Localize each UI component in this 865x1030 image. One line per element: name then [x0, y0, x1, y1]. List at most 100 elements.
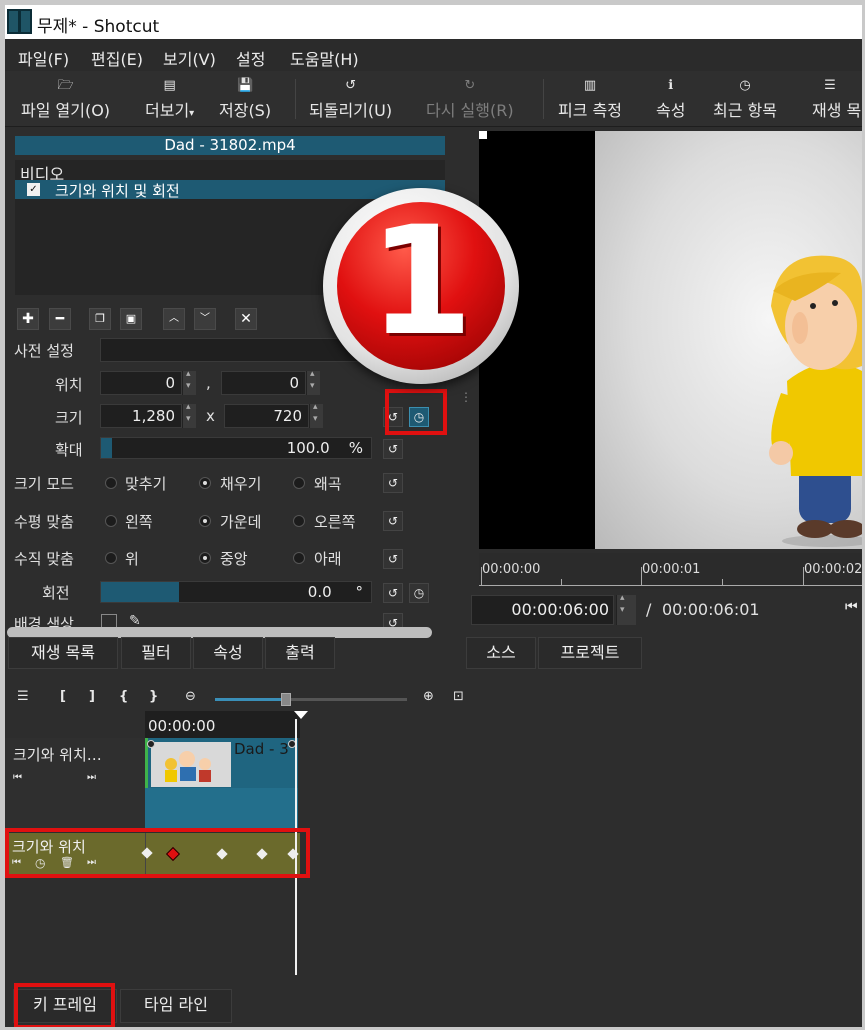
ruler-label-1: 00:00:01: [642, 562, 701, 577]
video-clip[interactable]: Dad - 3: [145, 738, 298, 830]
tab-playlist[interactable]: 재생 목록: [8, 637, 118, 669]
tab-project[interactable]: 프로젝트: [538, 637, 642, 669]
position-x-spinner[interactable]: [182, 369, 196, 395]
radio-top[interactable]: [105, 552, 117, 564]
video-viewer[interactable]: [479, 131, 862, 549]
properties-label: 속성: [656, 101, 686, 120]
zoom-in-icon[interactable]: ⊕: [423, 689, 434, 704]
size-height-spinner[interactable]: [309, 402, 323, 428]
window-title: 무제* - Shotcut: [37, 17, 160, 37]
save-label: 저장(S): [219, 101, 272, 120]
previous-keyframe-icon[interactable]: ⏮: [13, 772, 22, 783]
undo-button[interactable]: ↺ 되돌리기(U): [309, 75, 392, 121]
timeline-ruler[interactable]: 00:00:00: [145, 711, 300, 738]
mark-in-icon[interactable]: [: [60, 689, 66, 704]
skip-to-start-icon[interactable]: ⏮: [845, 599, 858, 615]
radio-right[interactable]: [293, 515, 305, 527]
paste-filter-button[interactable]: ▣: [120, 308, 142, 330]
radio-fill[interactable]: [199, 477, 211, 489]
radio-distort[interactable]: [293, 477, 305, 489]
zoom-out-icon[interactable]: ⊖: [185, 689, 196, 704]
size-mode-fit[interactable]: 맞추기: [125, 473, 166, 494]
valign-reset-icon[interactable]: ↺: [383, 549, 403, 569]
mark-out-icon[interactable]: ]: [89, 689, 95, 704]
deselect-filter-button[interactable]: ✕: [235, 308, 257, 330]
filter-name: 크기와 위치 및 회전: [55, 182, 180, 200]
tab-source[interactable]: 소스: [466, 637, 536, 669]
size-width-input[interactable]: 1,280: [100, 404, 182, 428]
remove-filter-button[interactable]: ━: [49, 308, 71, 330]
tab-filters[interactable]: 필터: [121, 637, 191, 669]
open-file-label: 파일 열기(O): [21, 101, 111, 120]
playhead-handle[interactable]: [294, 711, 308, 719]
radio-middle[interactable]: [199, 552, 211, 564]
size-width-spinner[interactable]: [182, 402, 196, 428]
menu-view[interactable]: 보기(V): [163, 46, 216, 70]
clip-audio-area: [145, 788, 298, 830]
move-up-button[interactable]: ︿: [163, 308, 185, 330]
player-ruler[interactable]: 00:00:00 00:00:01 00:00:02: [479, 553, 862, 589]
size-mode-distort[interactable]: 왜곡: [314, 473, 342, 494]
zoom-slider[interactable]: 100.0 %: [100, 437, 372, 459]
toolbar-separator: [543, 79, 544, 119]
halign-right[interactable]: 오른쪽: [314, 511, 355, 532]
menu-icon[interactable]: ☰: [17, 689, 29, 704]
video-track-header[interactable]: 크기와 위치… ⏮ ⏭: [5, 738, 145, 830]
size-mode-reset-icon[interactable]: ↺: [383, 473, 403, 493]
copy-filter-button[interactable]: ❐: [89, 308, 111, 330]
redo-label: 다시 실행(R): [426, 101, 514, 120]
position-y-input[interactable]: 0: [221, 371, 306, 395]
splitter-handle-icon[interactable]: ⋮: [460, 390, 472, 404]
add-filter-button[interactable]: ✚: [17, 308, 39, 330]
current-time-spinner[interactable]: [616, 593, 636, 625]
next-keyframe-icon[interactable]: ⏭: [87, 772, 96, 783]
rotation-slider[interactable]: 0.0 °: [100, 581, 372, 603]
more-button[interactable]: ▤ 더보기▾: [145, 75, 194, 121]
rotation-stopwatch-icon[interactable]: ◷: [409, 583, 429, 603]
peak-meter-button[interactable]: ▥ 피크 측정: [558, 75, 622, 121]
radio-center[interactable]: [199, 515, 211, 527]
redo-button[interactable]: ↻ 다시 실행(R): [426, 75, 514, 121]
save-button[interactable]: 💾 저장(S): [219, 75, 271, 121]
halign-left[interactable]: 왼쪽: [125, 511, 153, 532]
rotation-slider-fill: [101, 582, 180, 602]
tab-properties[interactable]: 속성: [193, 637, 263, 669]
halign-center[interactable]: 가운데: [220, 511, 261, 532]
menu-file[interactable]: 파일(F): [18, 46, 69, 70]
zoom-slider-track[interactable]: [215, 693, 407, 706]
tab-timeline[interactable]: 타임 라인: [120, 989, 232, 1023]
valign-middle[interactable]: 중앙: [220, 548, 248, 569]
size-mode-fill[interactable]: 채우기: [220, 473, 261, 494]
preset-combobox[interactable]: [100, 338, 370, 362]
zoom-fit-icon[interactable]: ⊡: [453, 689, 464, 704]
position-y-spinner[interactable]: [306, 369, 320, 395]
valign-bottom[interactable]: 아래: [314, 548, 342, 569]
properties-button[interactable]: ℹ 속성: [656, 75, 685, 121]
menu-settings[interactable]: 설정: [236, 46, 265, 70]
size-height-input[interactable]: 720: [224, 404, 309, 428]
rotation-reset-icon[interactable]: ↺: [383, 583, 403, 603]
menu-help[interactable]: 도움말(H): [290, 46, 359, 70]
valign-top[interactable]: 위: [125, 548, 139, 569]
tab-export[interactable]: 출력: [265, 637, 335, 669]
checkbox-checked-icon[interactable]: ✓: [27, 183, 40, 196]
radio-fit[interactable]: [105, 477, 117, 489]
files-icon: ▤: [163, 78, 176, 93]
open-file-button[interactable]: 🗁 파일 열기(O): [21, 75, 110, 121]
brace-left-icon[interactable]: {: [119, 689, 128, 704]
move-down-button[interactable]: ﹀: [194, 308, 216, 330]
fade-in-handle[interactable]: [147, 740, 155, 748]
position-x-input[interactable]: 0: [100, 371, 182, 395]
playlist-button[interactable]: ☰ 재생 목: [812, 75, 862, 121]
undo-icon: ↺: [345, 78, 356, 93]
radio-bottom[interactable]: [293, 552, 305, 564]
current-time-input[interactable]: 00:00:06:00: [471, 595, 614, 625]
zoom-reset-icon[interactable]: ↺: [383, 439, 403, 459]
radio-left[interactable]: [105, 515, 117, 527]
clock-icon: ◷: [739, 78, 751, 93]
zoom-slider-handle[interactable]: [281, 693, 291, 706]
menu-edit[interactable]: 편집(E): [91, 46, 143, 70]
brace-right-icon[interactable]: }: [149, 689, 158, 704]
recent-button[interactable]: ◷ 최근 항목: [713, 75, 777, 121]
halign-reset-icon[interactable]: ↺: [383, 511, 403, 531]
